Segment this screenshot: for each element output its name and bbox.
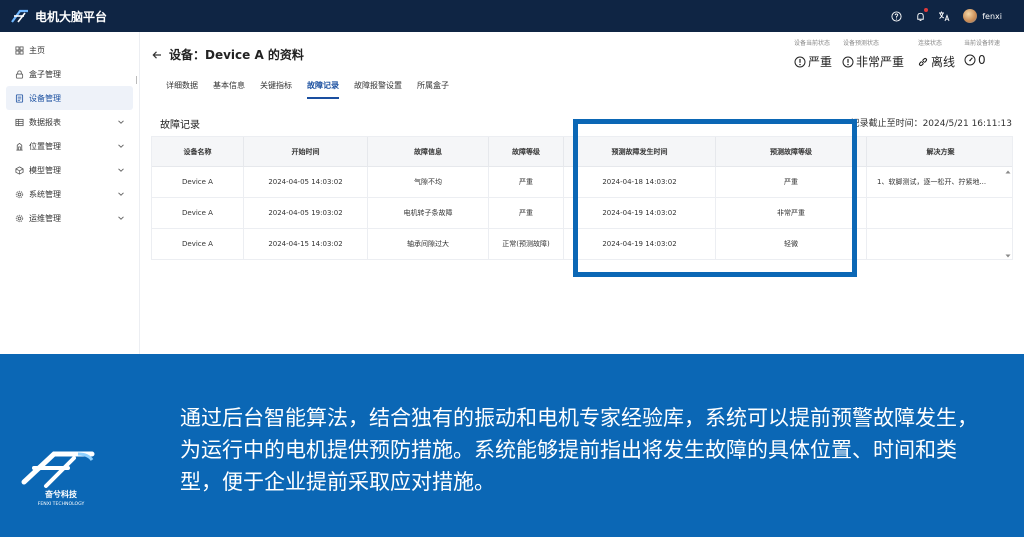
cell-solution: 1、软脚测试，逐一松开、拧紧地... — [877, 178, 987, 186]
link-icon — [918, 57, 928, 66]
cell-solution — [867, 198, 1006, 229]
top-bar: 电机大脑平台 fenxi — [0, 0, 1024, 32]
gauge-icon — [964, 54, 976, 66]
page-header: 设备：Device A 的资料 — [151, 46, 304, 63]
table-icon — [14, 117, 24, 127]
sidebar-item-label: 盒子管理 — [29, 69, 61, 79]
status-predicted-value: 非常严重 — [856, 55, 905, 69]
avatar[interactable] — [963, 9, 978, 23]
status-connection: 离线 — [917, 53, 955, 70]
tab-fault-records[interactable]: 故障记录 — [307, 76, 339, 99]
section-title: 故障记录 — [160, 120, 200, 131]
sidebar-item-label: 主页 — [29, 45, 45, 55]
app-title: 电机大脑平台 — [35, 9, 108, 24]
cell-device-name: Device A — [152, 198, 244, 229]
cell-start-time: 2024-04-05 14:03:02 — [244, 167, 368, 198]
cell-solution — [867, 229, 1006, 260]
cell-fault-level: 严重 — [489, 167, 564, 198]
cell-device-name: Device A — [152, 167, 244, 198]
cell-start-time: 2024-04-15 14:03:02 — [244, 229, 368, 260]
cell-fault-info: 轴承间隙过大 — [368, 229, 489, 260]
cell-fault-info: 气隙不均 — [368, 167, 489, 198]
info-circle-icon — [794, 56, 806, 67]
sidebar: 主页 盒子管理 设备管理 数据报表 位置管理 模型管理 系统管理 运维管理 — [0, 32, 140, 354]
sidebar-item-label: 模型管理 — [29, 165, 61, 175]
chevron-down-icon — [118, 168, 124, 172]
record-deadline: 记录截止至时间：2024/5/21 16:11:13 — [850, 119, 1012, 129]
scroll-up-icon[interactable] — [1005, 169, 1011, 175]
sidebar-item-data-report[interactable]: 数据报表 — [6, 110, 133, 134]
model-icon — [14, 165, 24, 175]
company-logo-icon: 奋兮科技 FENXI TECHNOLOGY — [21, 451, 95, 507]
notification-dot — [924, 8, 929, 12]
sidebar-collapse-handle[interactable] — [136, 76, 138, 84]
cell-device-name: Device A — [152, 229, 244, 260]
prediction-highlight-box — [573, 119, 857, 277]
column-header: 解决方案 — [926, 148, 955, 156]
cell-fault-level: 正常(预测故障) — [489, 229, 564, 260]
home-icon — [14, 45, 24, 55]
column-header: 故障信息 — [368, 137, 489, 167]
info-circle-icon — [842, 56, 854, 67]
sidebar-item-label: 位置管理 — [29, 141, 61, 151]
sidebar-item-label: 系统管理 — [29, 189, 61, 199]
status-label-speed: 当前设备转速 — [964, 40, 1001, 47]
table-scrollbar[interactable] — [1004, 167, 1012, 261]
promo-banner: 奋兮科技 FENXI TECHNOLOGY 通过后台智能算法，结合独有的振动和电… — [0, 354, 1024, 537]
tab-key-metrics[interactable]: 关键指标 — [260, 76, 292, 98]
status-current-value: 严重 — [808, 55, 833, 69]
sidebar-item-box-management[interactable]: 盒子管理 — [6, 62, 133, 86]
company-name-cn: 奋兮科技 — [44, 489, 78, 499]
status-speed-value: 0 — [978, 53, 986, 67]
brand[interactable]: 电机大脑平台 — [10, 8, 107, 25]
status-predicted: 非常严重 — [842, 53, 904, 70]
sidebar-item-label: 运维管理 — [29, 213, 61, 223]
username[interactable]: fenxi — [982, 12, 1002, 21]
bell-icon[interactable] — [913, 8, 929, 23]
status-label-connection: 连接状态 — [918, 40, 943, 47]
sidebar-item-device-management[interactable]: 设备管理 — [6, 86, 133, 110]
cell-fault-level: 严重 — [489, 198, 564, 229]
device-icon — [14, 93, 24, 103]
status-connection-value: 离线 — [931, 55, 956, 69]
gear-icon — [14, 213, 24, 223]
gear-icon — [14, 189, 24, 199]
sidebar-item-label: 设备管理 — [29, 93, 61, 103]
translate-icon[interactable] — [937, 9, 951, 23]
status-label-predicted: 设备预测状态 — [843, 40, 880, 47]
tab-detailed-data[interactable]: 详细数据 — [166, 76, 198, 98]
sidebar-item-home[interactable]: 主页 — [6, 38, 133, 62]
column-header: 故障等级 — [489, 137, 564, 167]
page-title: 设备：Device A 的资料 — [169, 48, 304, 62]
chevron-down-icon — [118, 120, 124, 124]
sidebar-item-ops-management[interactable]: 运维管理 — [6, 206, 133, 230]
tab-bar: 详细数据 基本信息 关键指标 故障记录 故障报警设置 所属盒子 — [166, 76, 464, 99]
column-header: 设备名称 — [152, 137, 244, 167]
tab-owning-box[interactable]: 所属盒子 — [417, 76, 449, 98]
chevron-down-icon — [118, 192, 124, 196]
tab-basic-info[interactable]: 基本信息 — [213, 76, 245, 98]
lock-icon — [14, 69, 24, 79]
tab-fault-alarm-settings[interactable]: 故障报警设置 — [354, 76, 402, 98]
cell-fault-info: 电机转子条故障 — [368, 198, 489, 229]
status-current: 严重 — [794, 53, 832, 70]
cell-start-time: 2024-04-05 19:03:02 — [244, 198, 368, 229]
status-speed: 0 — [964, 53, 986, 67]
chevron-down-icon — [118, 216, 124, 220]
location-icon — [14, 141, 24, 151]
sidebar-item-system-management[interactable]: 系统管理 — [6, 182, 133, 206]
back-arrow-icon[interactable] — [151, 49, 163, 61]
sidebar-item-model-management[interactable]: 模型管理 — [6, 158, 133, 182]
app-logo-icon — [11, 9, 28, 23]
sidebar-item-location-management[interactable]: 位置管理 — [6, 134, 133, 158]
chevron-down-icon — [118, 144, 124, 148]
device-status-group: 设备当前状态 设备预测状态 连接状态 当前设备转速 严重 非常严重 离线 0 — [794, 38, 1018, 74]
scroll-down-icon[interactable] — [1005, 253, 1011, 259]
sidebar-item-label: 数据报表 — [29, 117, 61, 127]
help-icon[interactable] — [889, 9, 903, 23]
company-name-en: FENXI TECHNOLOGY — [38, 501, 85, 507]
column-header: 开始时间 — [244, 137, 368, 167]
status-label-current: 设备当前状态 — [794, 40, 831, 47]
banner-description: 通过后台智能算法，结合独有的振动和电机专家经验库，系统可以提前预警故障发生，为运… — [180, 406, 978, 494]
